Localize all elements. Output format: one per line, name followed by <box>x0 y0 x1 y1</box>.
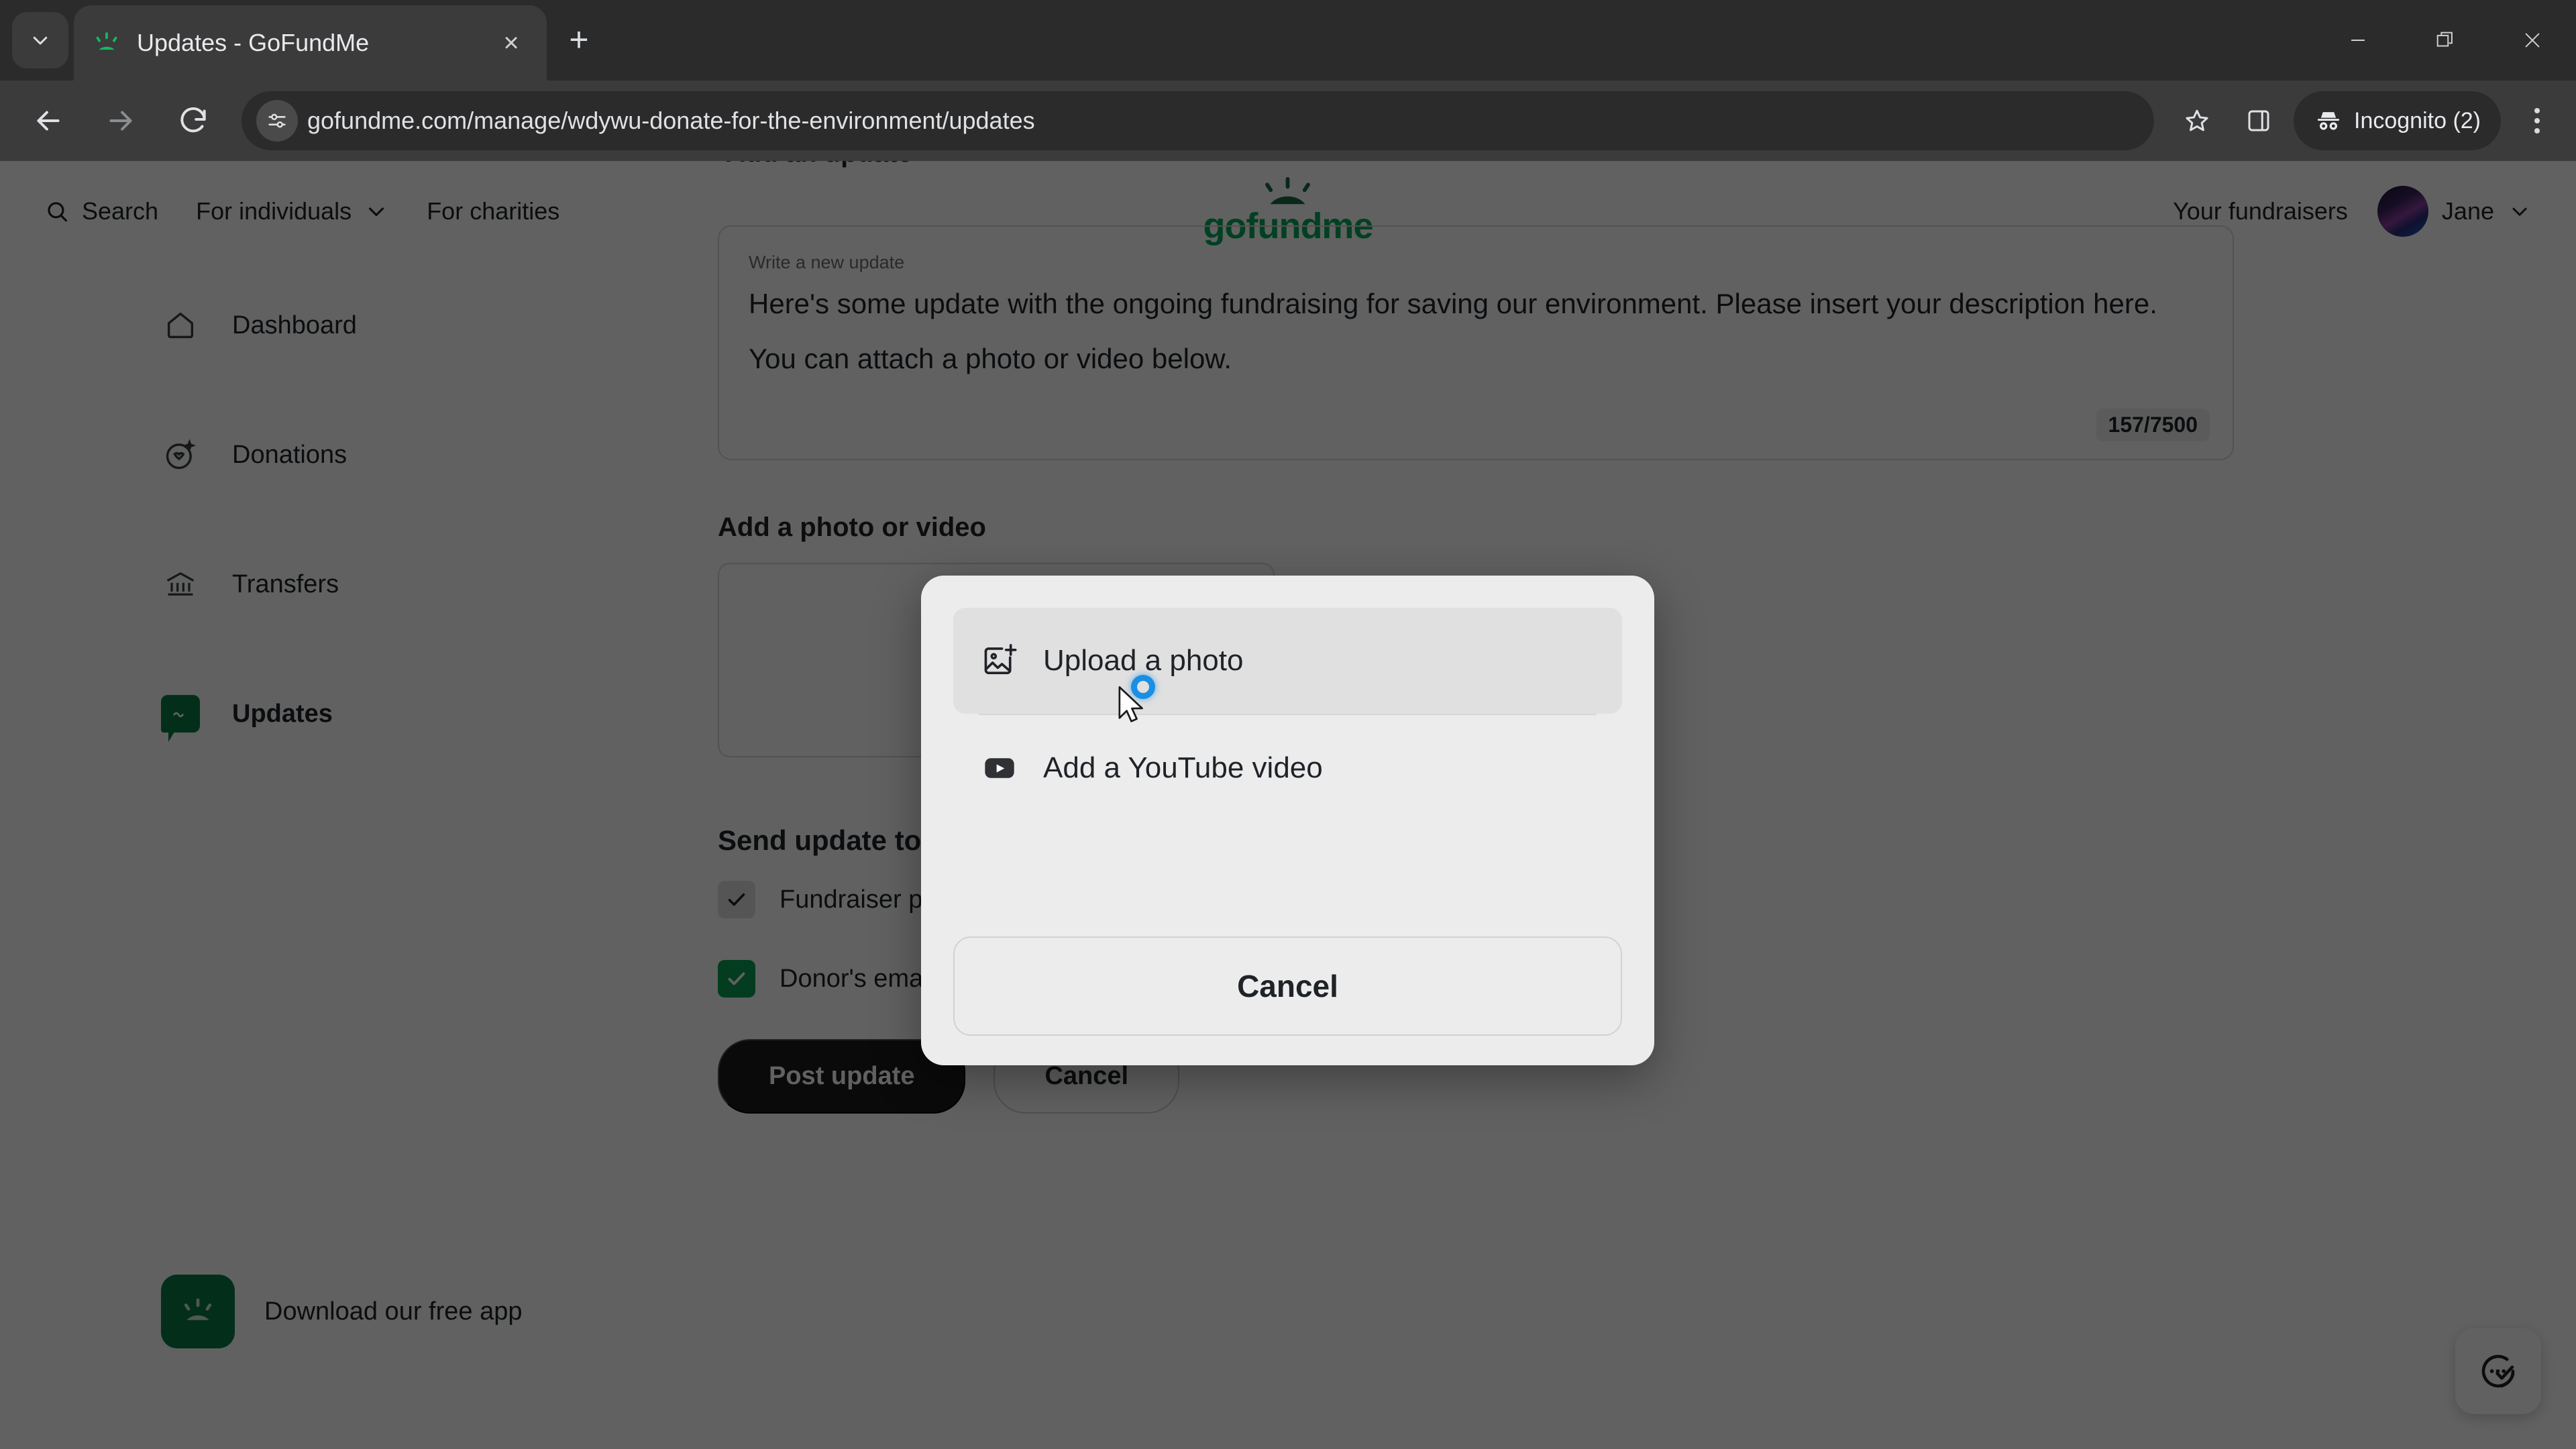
kebab-dot <box>2534 128 2540 133</box>
bookmark-button[interactable] <box>2166 90 2228 152</box>
chevron-down-icon <box>33 36 48 45</box>
browser-tab[interactable]: Updates - GoFundMe × <box>74 5 547 80</box>
window-maximize-button[interactable] <box>2402 0 2489 80</box>
window-controls <box>2314 0 2576 80</box>
new-tab-button[interactable]: + <box>558 19 600 60</box>
kebab-dot <box>2534 118 2540 123</box>
add-youtube-video-option[interactable]: Add a YouTube video <box>953 715 1622 821</box>
attachment-picker-modal: Upload a photo Add a YouTube video Cance… <box>921 576 1654 1065</box>
address-bar[interactable]: gofundme.com/manage/wdywu-donate-for-the… <box>241 91 2154 150</box>
tab-title: Updates - GoFundMe <box>137 29 370 56</box>
browser-toolbar: gofundme.com/manage/wdywu-donate-for-the… <box>0 80 2576 161</box>
star-icon <box>2186 109 2208 131</box>
side-panel-button[interactable] <box>2228 90 2290 152</box>
side-panel-icon <box>2248 110 2269 131</box>
tab-close-button[interactable]: × <box>493 25 529 61</box>
url-text: gofundme.com/manage/wdywu-donate-for-the… <box>307 107 1035 134</box>
tab-search-button[interactable] <box>12 12 68 68</box>
tab-strip: Updates - GoFundMe × + <box>0 0 2576 80</box>
back-arrow-icon <box>37 111 60 131</box>
incognito-profile-button[interactable]: Incognito (2) <box>2294 91 2501 150</box>
window-minimize-button[interactable] <box>2314 0 2402 80</box>
mouse-cursor <box>1118 686 1143 722</box>
window-close-button[interactable] <box>2489 0 2576 80</box>
reload-icon <box>180 107 206 133</box>
gofundme-crown-icon <box>96 32 117 50</box>
upload-photo-option[interactable]: Upload a photo <box>953 608 1622 714</box>
modal-cancel-button[interactable]: Cancel <box>953 936 1622 1036</box>
restore-icon <box>2436 32 2453 47</box>
site-settings-button[interactable] <box>256 100 298 142</box>
incognito-label: Incognito (2) <box>2354 107 2481 133</box>
browser-window: Updates - GoFundMe × + gofundme.com/mana… <box>0 0 2576 1449</box>
incognito-icon <box>2317 112 2340 130</box>
kebab-dot <box>2534 108 2540 113</box>
minimize-icon <box>2351 40 2365 41</box>
image-plus-icon <box>979 640 1020 682</box>
back-button[interactable] <box>12 85 85 157</box>
tune-icon <box>268 113 286 128</box>
reload-button[interactable] <box>157 85 229 157</box>
youtube-icon <box>979 747 1020 789</box>
browser-menu-button[interactable] <box>2505 89 2569 153</box>
add-youtube-video-label: Add a YouTube video <box>1043 751 1323 784</box>
forward-button[interactable] <box>85 85 157 157</box>
forward-arrow-icon <box>109 111 132 131</box>
upload-photo-label: Upload a photo <box>1043 644 1244 677</box>
close-icon <box>2525 33 2540 48</box>
